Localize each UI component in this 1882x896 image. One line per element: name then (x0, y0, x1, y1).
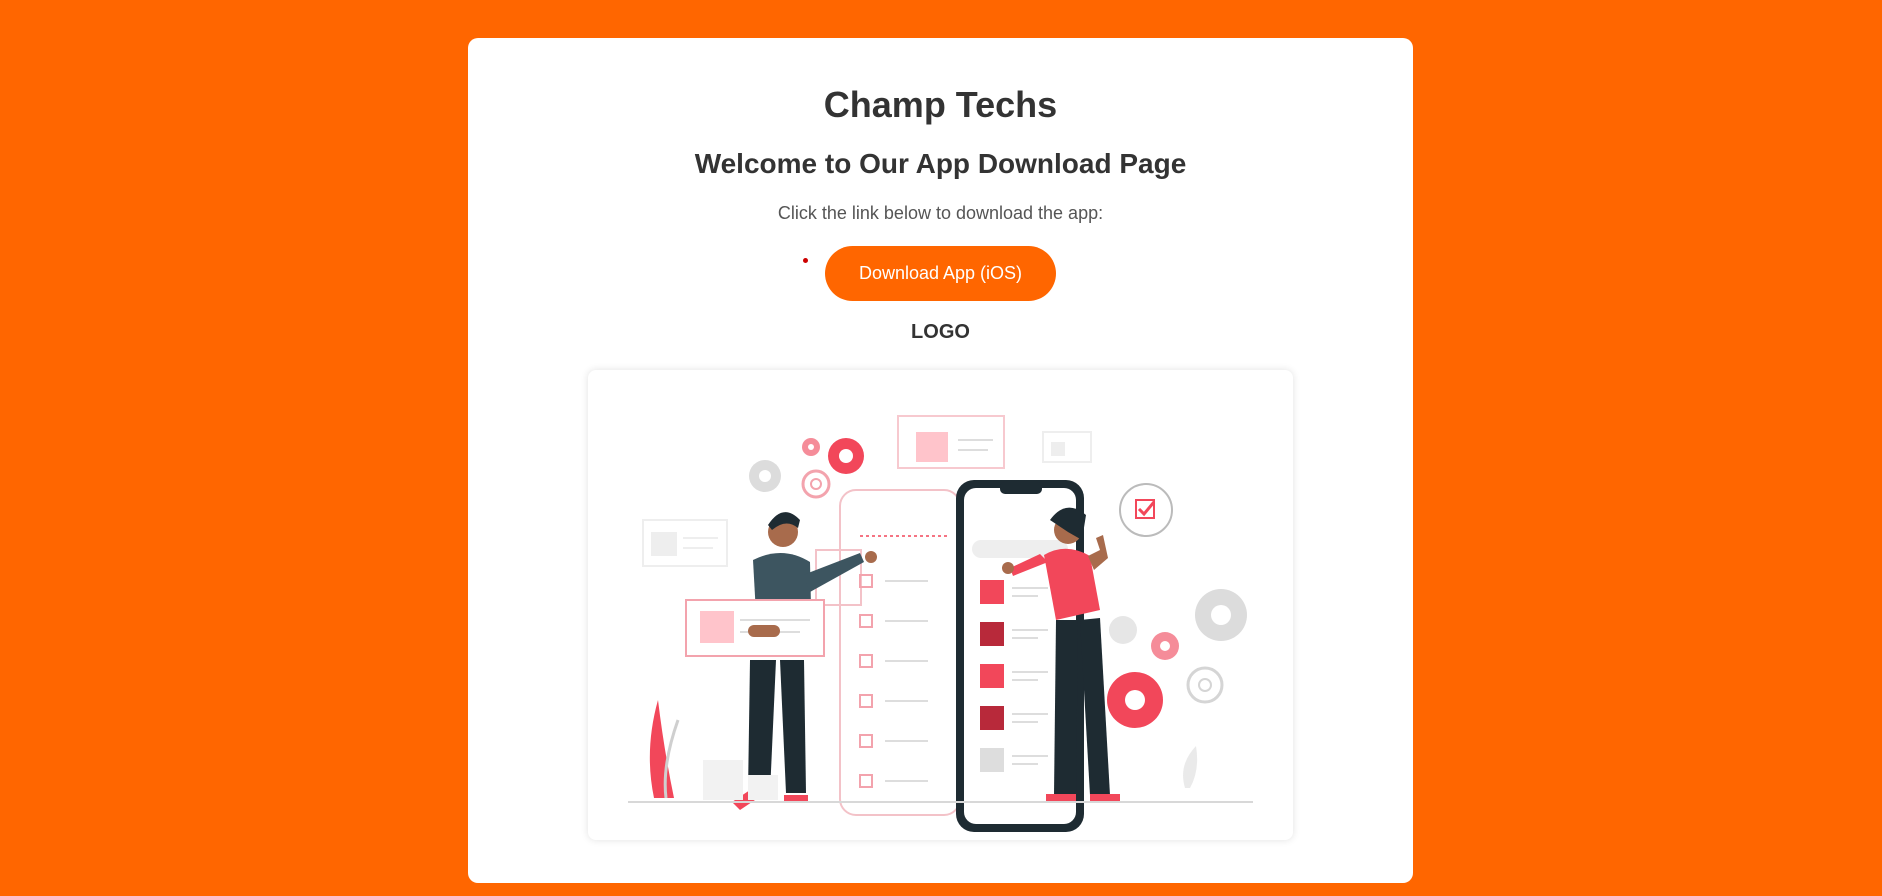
download-instruction: Click the link below to download the app… (777, 203, 1104, 223)
mobile-app-development-illustration (628, 415, 1253, 832)
download-app-ios-button[interactable]: Download App (iOS) (825, 246, 1056, 301)
gear-icon (1107, 589, 1247, 728)
download-card: Champ Techs Welcome to Our App Download … (468, 38, 1413, 883)
logo-label: LOGO (911, 321, 970, 343)
list-bullet (803, 258, 808, 263)
page-subtitle: Welcome to Our App Download Page (694, 148, 1187, 179)
app-illustration (588, 370, 1293, 840)
gear-icon (749, 438, 864, 499)
page-title: Champ Techs (823, 84, 1058, 125)
chat-check-icon (1119, 483, 1173, 537)
